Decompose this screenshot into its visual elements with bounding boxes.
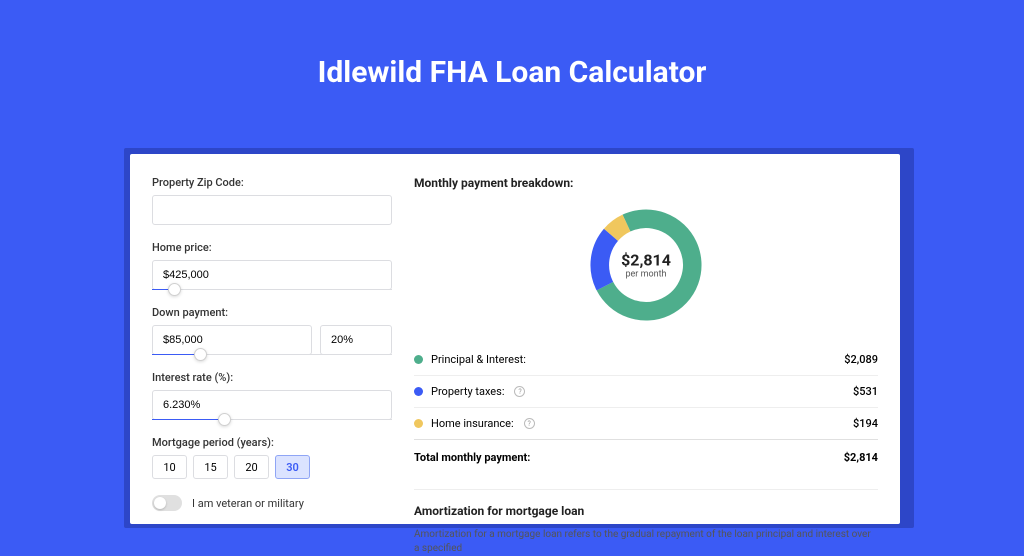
legend-value: $194 — [853, 417, 878, 430]
interest-input[interactable] — [152, 390, 392, 420]
period-btn-30[interactable]: 30 — [275, 455, 310, 479]
home-price-input[interactable] — [152, 260, 392, 290]
donut-sub: per month — [621, 270, 671, 280]
legend-label: Property taxes: — [431, 385, 504, 398]
legend-dot — [414, 419, 423, 428]
veteran-toggle[interactable] — [152, 495, 182, 511]
amortization-section: Amortization for mortgage loan Amortizat… — [414, 489, 878, 556]
period-btn-10[interactable]: 10 — [152, 455, 187, 479]
amortization-text: Amortization for a mortgage loan refers … — [414, 528, 878, 556]
home-price-field-group: Home price: — [152, 241, 392, 290]
breakdown-title: Monthly payment breakdown: — [414, 176, 878, 190]
interest-field-group: Interest rate (%): — [152, 371, 392, 420]
donut-chart-wrap: $2,814 per month — [414, 204, 878, 326]
home-price-label: Home price: — [152, 241, 392, 254]
page-title: Idlewild FHA Loan Calculator — [0, 0, 1024, 116]
breakdown-column: Monthly payment breakdown: $2,814 per mo… — [414, 176, 878, 502]
legend-label: Home insurance: — [431, 417, 514, 430]
zip-field-group: Property Zip Code: — [152, 176, 392, 225]
donut-chart: $2,814 per month — [585, 204, 707, 326]
zip-label: Property Zip Code: — [152, 176, 392, 189]
veteran-label: I am veteran or military — [192, 497, 304, 510]
legend-row: Property taxes:? $531 — [414, 375, 878, 407]
zip-input[interactable] — [152, 195, 392, 225]
amortization-title: Amortization for mortgage loan — [414, 504, 878, 518]
total-label: Total monthly payment: — [414, 451, 530, 464]
home-price-slider[interactable] — [152, 289, 392, 290]
legend-dot — [414, 355, 423, 364]
slider-thumb[interactable] — [218, 413, 231, 426]
down-payment-pct-input[interactable] — [320, 325, 392, 355]
legend-label: Principal & Interest: — [431, 353, 526, 366]
down-payment-input[interactable] — [152, 325, 312, 355]
down-payment-label: Down payment: — [152, 306, 392, 319]
interest-label: Interest rate (%): — [152, 371, 392, 384]
slider-thumb[interactable] — [168, 283, 181, 296]
down-payment-slider[interactable] — [152, 354, 392, 355]
calculator-card: Property Zip Code: Home price: Down paym… — [130, 154, 900, 524]
interest-slider[interactable] — [152, 419, 392, 420]
legend-row: Principal & Interest: $2,089 — [414, 344, 878, 375]
veteran-toggle-row: I am veteran or military — [152, 495, 392, 511]
period-btn-15[interactable]: 15 — [193, 455, 228, 479]
period-field-group: Mortgage period (years): 10152030 — [152, 436, 392, 479]
info-icon[interactable]: ? — [524, 418, 535, 429]
donut-amount: $2,814 — [621, 251, 671, 270]
legend-value: $531 — [853, 385, 878, 398]
form-column: Property Zip Code: Home price: Down paym… — [152, 176, 392, 502]
slider-thumb[interactable] — [194, 348, 207, 361]
period-label: Mortgage period (years): — [152, 436, 392, 449]
legend-value: $2,089 — [844, 353, 878, 366]
info-icon[interactable]: ? — [514, 386, 525, 397]
total-row: Total monthly payment: $2,814 — [414, 439, 878, 473]
total-value: $2,814 — [844, 451, 878, 464]
period-btn-20[interactable]: 20 — [234, 455, 269, 479]
legend-dot — [414, 387, 423, 396]
legend-row: Home insurance:? $194 — [414, 407, 878, 439]
down-payment-field-group: Down payment: — [152, 306, 392, 355]
